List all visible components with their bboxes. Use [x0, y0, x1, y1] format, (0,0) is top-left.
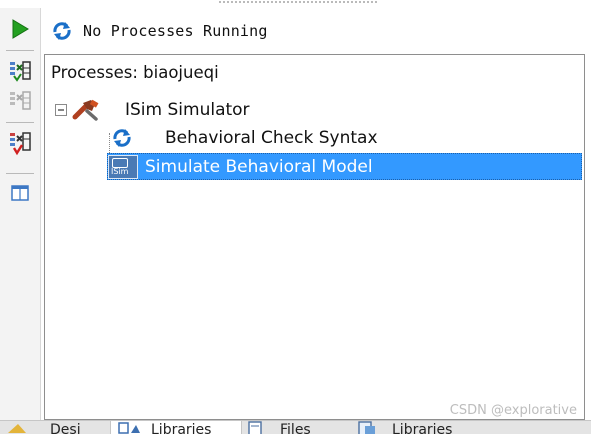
- libraries-icon: [118, 422, 140, 434]
- files-icon: [248, 421, 262, 434]
- tab-libraries-2[interactable]: Libraries: [350, 421, 490, 434]
- libraries-icon: [358, 421, 375, 434]
- tools-icon: [72, 99, 99, 121]
- process-status-bar: No Processes Running: [43, 12, 583, 50]
- stop-process-icon: [10, 91, 31, 110]
- watermark: CSDN @explorative: [449, 403, 577, 418]
- tab-label: Libraries: [151, 422, 212, 434]
- processes-title: Processes: biaojueqi: [51, 63, 219, 82]
- check-icon: [10, 132, 31, 156]
- tree-item-behavioral-check-syntax[interactable]: Behavioral Check Syntax: [111, 126, 378, 150]
- stop-button[interactable]: [7, 88, 33, 114]
- rerun-icon: [10, 61, 31, 82]
- left-toolbar: [0, 8, 41, 420]
- rerun-button[interactable]: [7, 58, 33, 84]
- isim-icon: ISim: [108, 154, 138, 179]
- panel-layout-button[interactable]: [7, 180, 33, 206]
- status-text: No Processes Running: [83, 22, 268, 40]
- tree-item-simulate-behavioral-model[interactable]: ISim Simulate Behavioral Model: [108, 154, 373, 179]
- check-syntax-button[interactable]: [7, 130, 33, 156]
- refresh-icon: [113, 129, 131, 147]
- isim-icon-label: ISim: [111, 166, 129, 176]
- design-icon: [8, 424, 26, 433]
- tab-files[interactable]: Files: [240, 421, 345, 434]
- toolbar-grip[interactable]: [218, 0, 378, 5]
- play-icon: [12, 19, 29, 39]
- tree-item-isim-simulator[interactable]: ISim Simulator: [55, 97, 250, 123]
- collapse-icon[interactable]: [55, 104, 67, 116]
- bottom-tab-strip: Desi Libraries Files Libraries: [0, 420, 591, 434]
- tab-label: Desi: [50, 422, 81, 434]
- tree-label: ISim Simulator: [125, 100, 250, 120]
- tab-design[interactable]: Desi: [6, 421, 106, 434]
- tab-libraries[interactable]: Libraries: [110, 421, 242, 434]
- processes-panel: Processes: biaojueqi ISim Simulator Beha…: [44, 54, 585, 420]
- tab-label: Files: [280, 422, 311, 434]
- tab-label: Libraries: [392, 422, 453, 434]
- window-icon: [11, 185, 29, 201]
- tree-label: Behavioral Check Syntax: [165, 128, 378, 148]
- run-button[interactable]: [7, 16, 33, 42]
- refresh-icon: [53, 22, 71, 40]
- tree-label: Simulate Behavioral Model: [145, 156, 373, 177]
